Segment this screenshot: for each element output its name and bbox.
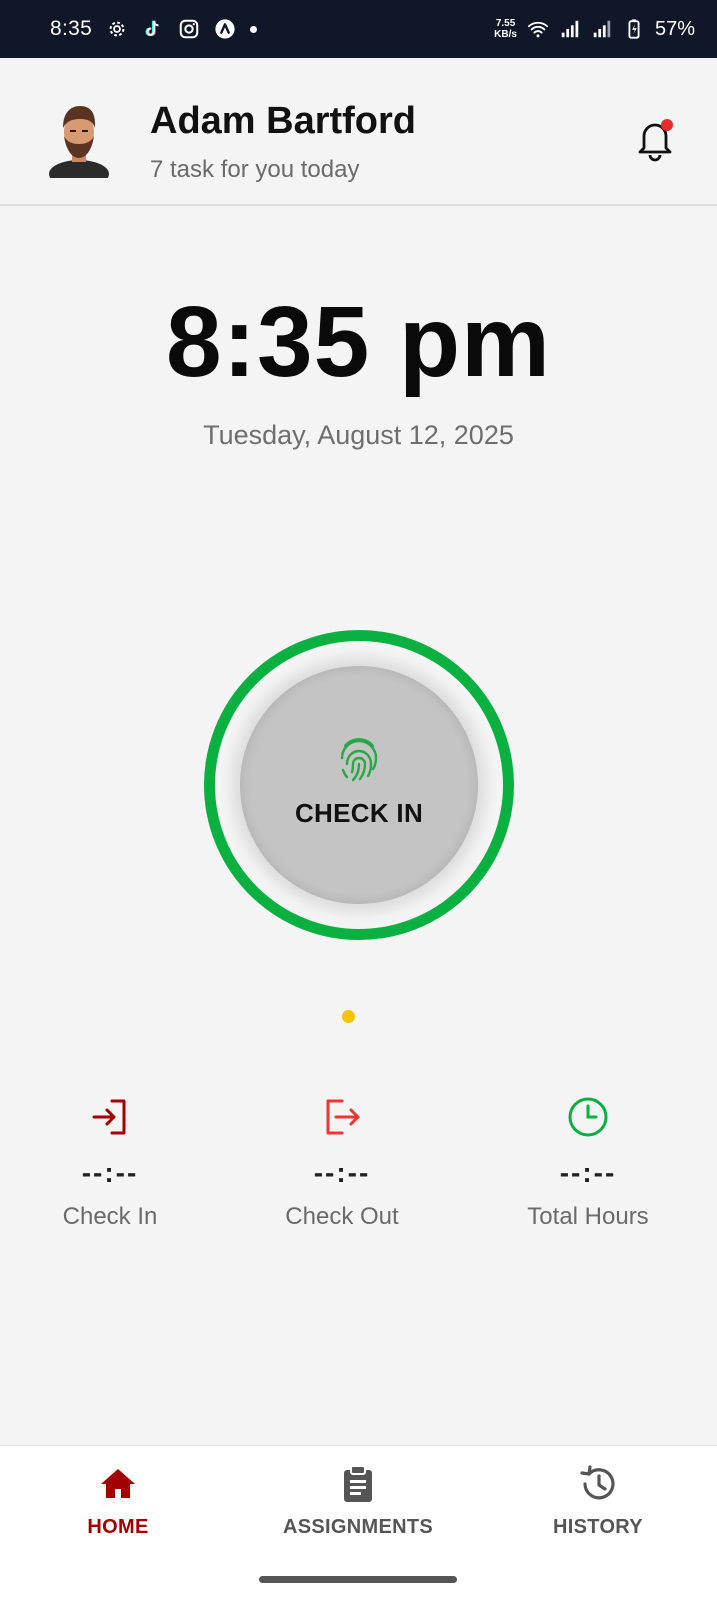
- user-name: Adam Bartford: [150, 100, 417, 142]
- notification-dot: [661, 119, 673, 131]
- fingerprint-icon: [340, 737, 378, 781]
- check-in-button[interactable]: CHECK IN: [240, 666, 478, 904]
- history-icon: [580, 1465, 615, 1500]
- status-bar-right: 7.55 KB/s 57%: [494, 18, 695, 41]
- dot-icon: [250, 25, 258, 33]
- app-header: Adam Bartford 7 task for you today: [0, 58, 717, 206]
- total-hours-value: --:--: [559, 1157, 617, 1188]
- status-indicator-dot: [342, 1010, 355, 1023]
- net-speed: 7.55 KB/s: [494, 18, 517, 40]
- stat-total-hours: --:-- Total Hours: [478, 1095, 698, 1231]
- current-date: Tuesday, August 12, 2025: [203, 420, 514, 450]
- check-in-label: CHECK IN: [294, 797, 424, 828]
- nav-history-label: HISTORY: [553, 1516, 643, 1538]
- check-in-label: Check In: [62, 1203, 158, 1230]
- home-icon: [101, 1469, 135, 1498]
- task-count-subtitle: 7 task for you today: [150, 156, 360, 183]
- check-out-value: --:--: [313, 1157, 371, 1188]
- total-hours-label: Total Hours: [527, 1203, 649, 1230]
- instagram-icon: [179, 19, 199, 39]
- clipboard-icon: [344, 1465, 372, 1502]
- app-icon: [215, 19, 235, 39]
- battery-icon: [628, 19, 640, 39]
- settings-icon: [109, 21, 125, 37]
- nav-history[interactable]: HISTORY: [488, 1464, 708, 1539]
- nav-home[interactable]: HOME: [8, 1464, 228, 1539]
- check-in-value: --:--: [81, 1157, 139, 1188]
- battery-level: 57%: [654, 17, 695, 40]
- stat-check-out: --:-- Check Out: [232, 1095, 452, 1231]
- avatar[interactable]: [44, 98, 114, 178]
- home-gesture-bar[interactable]: [259, 1576, 457, 1583]
- nav-assignments-label: ASSIGNMENTS: [283, 1516, 433, 1538]
- net-speed-value: 7.55: [495, 18, 516, 29]
- signal-icon: [593, 20, 611, 38]
- current-time: 8:35 pm: [166, 286, 551, 398]
- net-speed-unit: KB/s: [494, 29, 517, 40]
- tiktok-icon: [145, 20, 159, 37]
- status-time: 8:35: [50, 17, 93, 40]
- check-in-icon: [92, 1099, 126, 1135]
- nav-assignments[interactable]: ASSIGNMENTS: [248, 1464, 468, 1539]
- wifi-icon: [527, 21, 549, 38]
- notification-bell-icon[interactable]: [634, 116, 676, 162]
- status-bar-left: 8:35: [50, 17, 258, 41]
- signal-icon: [561, 20, 579, 38]
- clock-icon: [568, 1097, 608, 1137]
- status-bar: 8:35 7.55 KB/s 57%: [0, 0, 717, 58]
- stat-check-in: --:-- Check In: [0, 1095, 220, 1231]
- check-out-label: Check Out: [285, 1203, 399, 1230]
- nav-home-label: HOME: [87, 1516, 149, 1538]
- check-out-icon: [326, 1099, 360, 1135]
